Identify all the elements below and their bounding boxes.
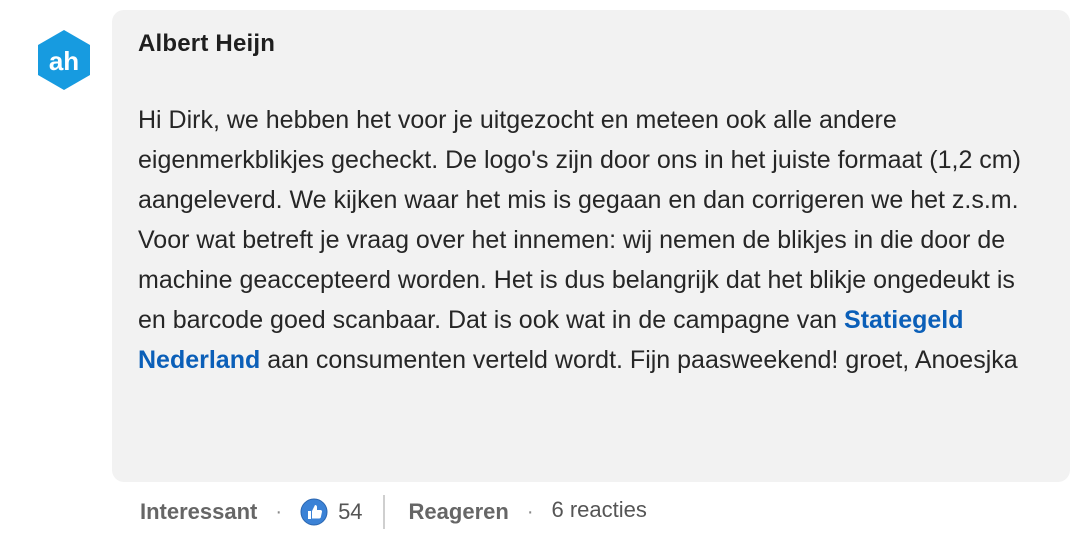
comment-bubble: Albert Heijn Hi Dirk, we hebben het voor… bbox=[112, 10, 1070, 482]
separator-dot: · bbox=[275, 500, 283, 523]
svg-text:ah: ah bbox=[49, 46, 79, 76]
interessant-button[interactable]: Interessant bbox=[140, 499, 257, 525]
reactions-count-link[interactable]: 6 reacties bbox=[552, 497, 647, 523]
comment-message: Hi Dirk, we hebben het voor je uitgezoch… bbox=[138, 100, 1048, 380]
reply-button[interactable]: Reageren bbox=[409, 499, 509, 525]
comment-text-before-link: Hi Dirk, we hebben het voor je uitgezoch… bbox=[138, 106, 1021, 334]
albert-heijn-logo-avatar[interactable]: ah bbox=[32, 28, 96, 92]
comment-author[interactable]: Albert Heijn bbox=[138, 30, 275, 58]
actions-divider bbox=[382, 495, 385, 529]
like-count: 54 bbox=[338, 499, 363, 524]
separator-dot: · bbox=[526, 500, 534, 523]
comment-actions-bar: Interessant · 54 Reageren · 6 reacties bbox=[140, 492, 647, 532]
comment-text-after-link: aan consumenten verteld wordt. Fijn paas… bbox=[260, 346, 1018, 374]
thumbs-up-icon[interactable] bbox=[300, 498, 328, 526]
